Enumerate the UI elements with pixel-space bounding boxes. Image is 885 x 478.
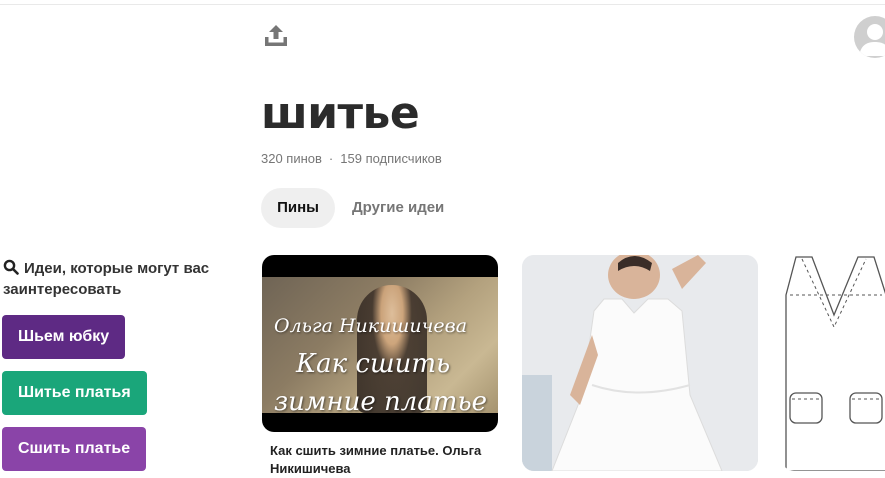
board-title: шитье: [261, 88, 420, 139]
ideas-heading: Идеи, которые могут вас заинтересовать: [3, 258, 243, 300]
tab-pins[interactable]: Пины: [261, 188, 335, 228]
top-divider: [0, 0, 885, 5]
pin-card-video[interactable]: Ольга Никишичева Как сшить зимние платье: [262, 255, 498, 432]
pin-overlay-heading: Как сшить: [296, 349, 451, 379]
pin-overlay-author: Ольга Никишичева: [274, 315, 468, 337]
pins-count: 320 пинов: [261, 151, 322, 166]
share-button[interactable]: [262, 22, 290, 50]
share-upload-icon: [265, 25, 287, 46]
pin-card-white-dress[interactable]: [522, 255, 758, 471]
idea-chip-sshit-platye[interactable]: Сшить платье: [2, 427, 147, 471]
pin-card-dress-sketch[interactable]: [782, 255, 885, 471]
followers-count[interactable]: 159 подписчиков: [340, 151, 442, 166]
ideas-heading-text: Идеи, которые могут вас заинтересовать: [3, 260, 210, 298]
pin-photo-white-dress: [522, 255, 758, 471]
pin-overlay-subheading: зимние платье: [274, 387, 488, 417]
tab-more-ideas[interactable]: Другие идеи: [352, 188, 444, 228]
idea-chip-shitye-platya[interactable]: Шитье платья: [2, 371, 147, 415]
user-avatar-icon: [859, 24, 885, 56]
search-icon: [3, 259, 19, 275]
idea-chip-shyem-yubku[interactable]: Шьем юбку: [2, 315, 126, 359]
pin-title[interactable]: Как сшить зимние платье. Ольга Никишичев…: [270, 442, 492, 478]
pin-image: Ольга Никишичева Как сшить зимние платье: [262, 277, 498, 417]
pin-sketch-dress: [785, 256, 885, 471]
stats-separator: ·: [328, 151, 334, 166]
user-avatar[interactable]: [854, 16, 885, 58]
board-stats: 320 пинов · 159 подписчиков: [261, 151, 442, 166]
